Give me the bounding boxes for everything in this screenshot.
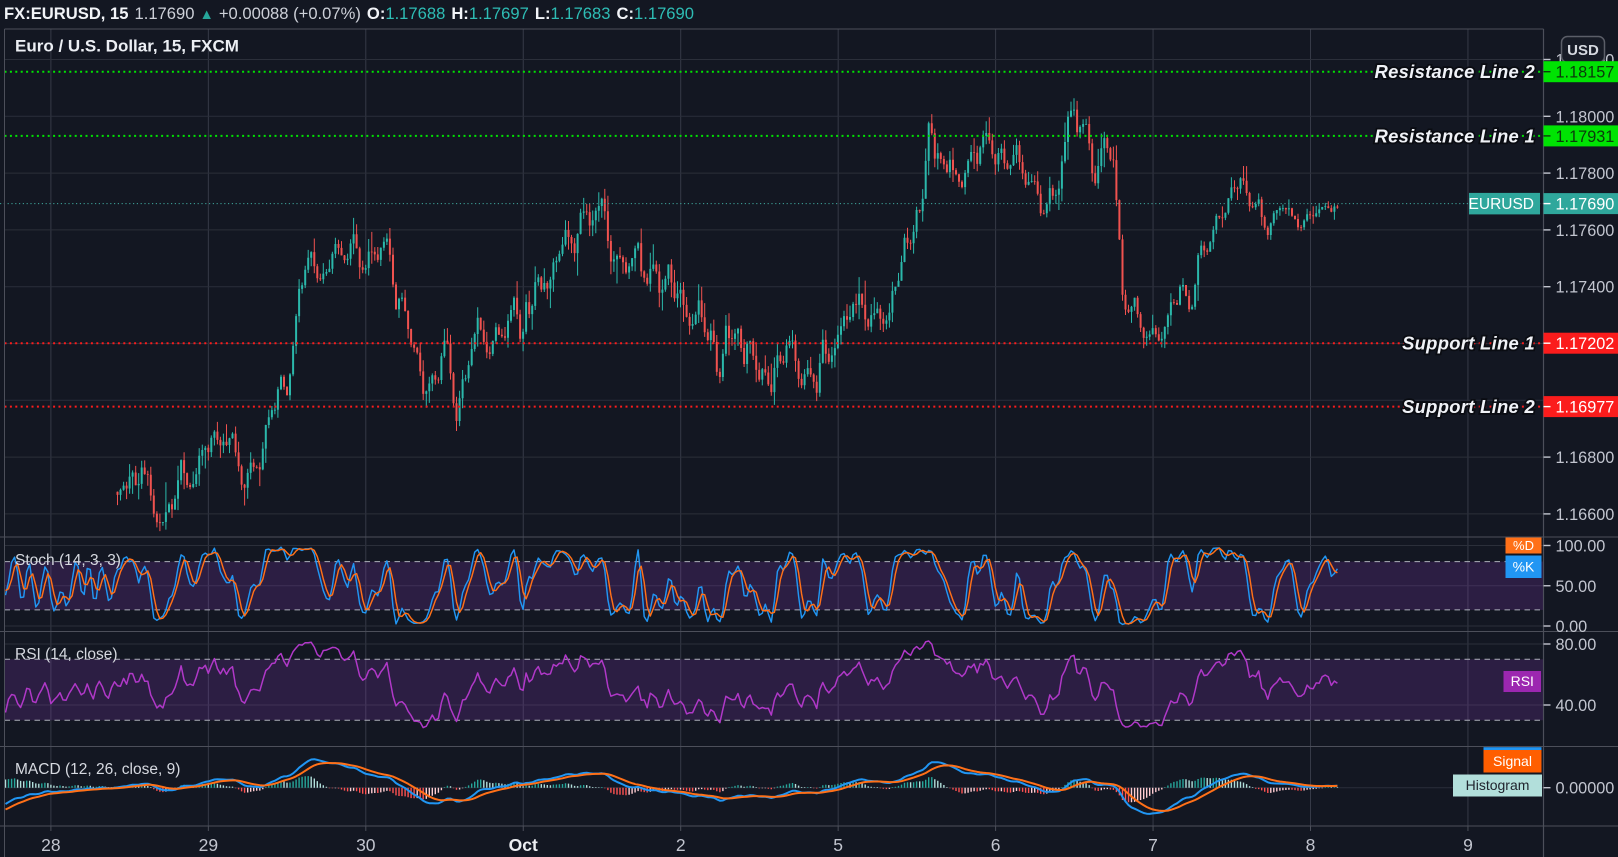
svg-text:1.16800: 1.16800 bbox=[1556, 449, 1615, 467]
svg-text:1.18157: 1.18157 bbox=[1556, 64, 1615, 82]
svg-text:40.00: 40.00 bbox=[1556, 697, 1597, 715]
svg-text:7: 7 bbox=[1148, 835, 1158, 855]
svg-text:MACD (12, 26, close, 9): MACD (12, 26, close, 9) bbox=[15, 761, 180, 778]
svg-text:RSI: RSI bbox=[1511, 673, 1534, 689]
svg-text:1.18000: 1.18000 bbox=[1556, 108, 1615, 126]
svg-text:1.17690: 1.17690 bbox=[1556, 196, 1615, 214]
svg-text:Euro / U.S. Dollar, 15, FXCM: Euro / U.S. Dollar, 15, FXCM bbox=[15, 37, 239, 56]
svg-text:%K: %K bbox=[1513, 558, 1535, 574]
svg-text:Resistance Line 2: Resistance Line 2 bbox=[1375, 61, 1536, 82]
svg-text:2: 2 bbox=[676, 835, 686, 855]
svg-text:Histogram: Histogram bbox=[1466, 777, 1530, 793]
svg-text:30: 30 bbox=[356, 835, 376, 855]
svg-text:RSI (14, close): RSI (14, close) bbox=[15, 646, 118, 663]
svg-text:50.00: 50.00 bbox=[1556, 578, 1597, 596]
svg-text:8: 8 bbox=[1306, 835, 1316, 855]
svg-text:FX:EURUSD, 151.17690▲+0.00088: FX:EURUSD, 15 1.17690 ▲ +0.00088 (+0.07%) O:… bbox=[4, 4, 694, 23]
svg-text:0.00: 0.00 bbox=[1556, 618, 1588, 636]
svg-text:EURUSD: EURUSD bbox=[1469, 196, 1534, 213]
svg-text:80.00: 80.00 bbox=[1556, 636, 1597, 654]
svg-text:6: 6 bbox=[991, 835, 1001, 855]
svg-text:9: 9 bbox=[1463, 835, 1473, 855]
svg-text:Signal: Signal bbox=[1493, 753, 1532, 769]
svg-text:Support Line 2: Support Line 2 bbox=[1402, 396, 1535, 417]
svg-text:1.17400: 1.17400 bbox=[1556, 279, 1615, 297]
svg-text:1.16977: 1.16977 bbox=[1556, 399, 1615, 417]
svg-text:Resistance Line 1: Resistance Line 1 bbox=[1375, 125, 1535, 146]
svg-text:Oct: Oct bbox=[509, 835, 538, 855]
svg-text:0.00000: 0.00000 bbox=[1556, 780, 1615, 798]
svg-text:28: 28 bbox=[41, 835, 60, 855]
svg-text:1.17800: 1.17800 bbox=[1556, 165, 1615, 183]
svg-text:29: 29 bbox=[199, 835, 218, 855]
svg-text:100.00: 100.00 bbox=[1556, 538, 1606, 556]
svg-text:5: 5 bbox=[833, 835, 843, 855]
svg-text:1.17202: 1.17202 bbox=[1556, 335, 1615, 353]
svg-text:%D: %D bbox=[1513, 538, 1534, 553]
svg-text:USD: USD bbox=[1567, 42, 1599, 59]
svg-text:1.17600: 1.17600 bbox=[1556, 222, 1615, 240]
svg-text:1.16600: 1.16600 bbox=[1556, 506, 1615, 524]
svg-text:1.17931: 1.17931 bbox=[1556, 128, 1615, 146]
svg-text:Support Line 1: Support Line 1 bbox=[1402, 333, 1535, 354]
svg-text:Stoch (14, 3, 3): Stoch (14, 3, 3) bbox=[15, 552, 121, 569]
